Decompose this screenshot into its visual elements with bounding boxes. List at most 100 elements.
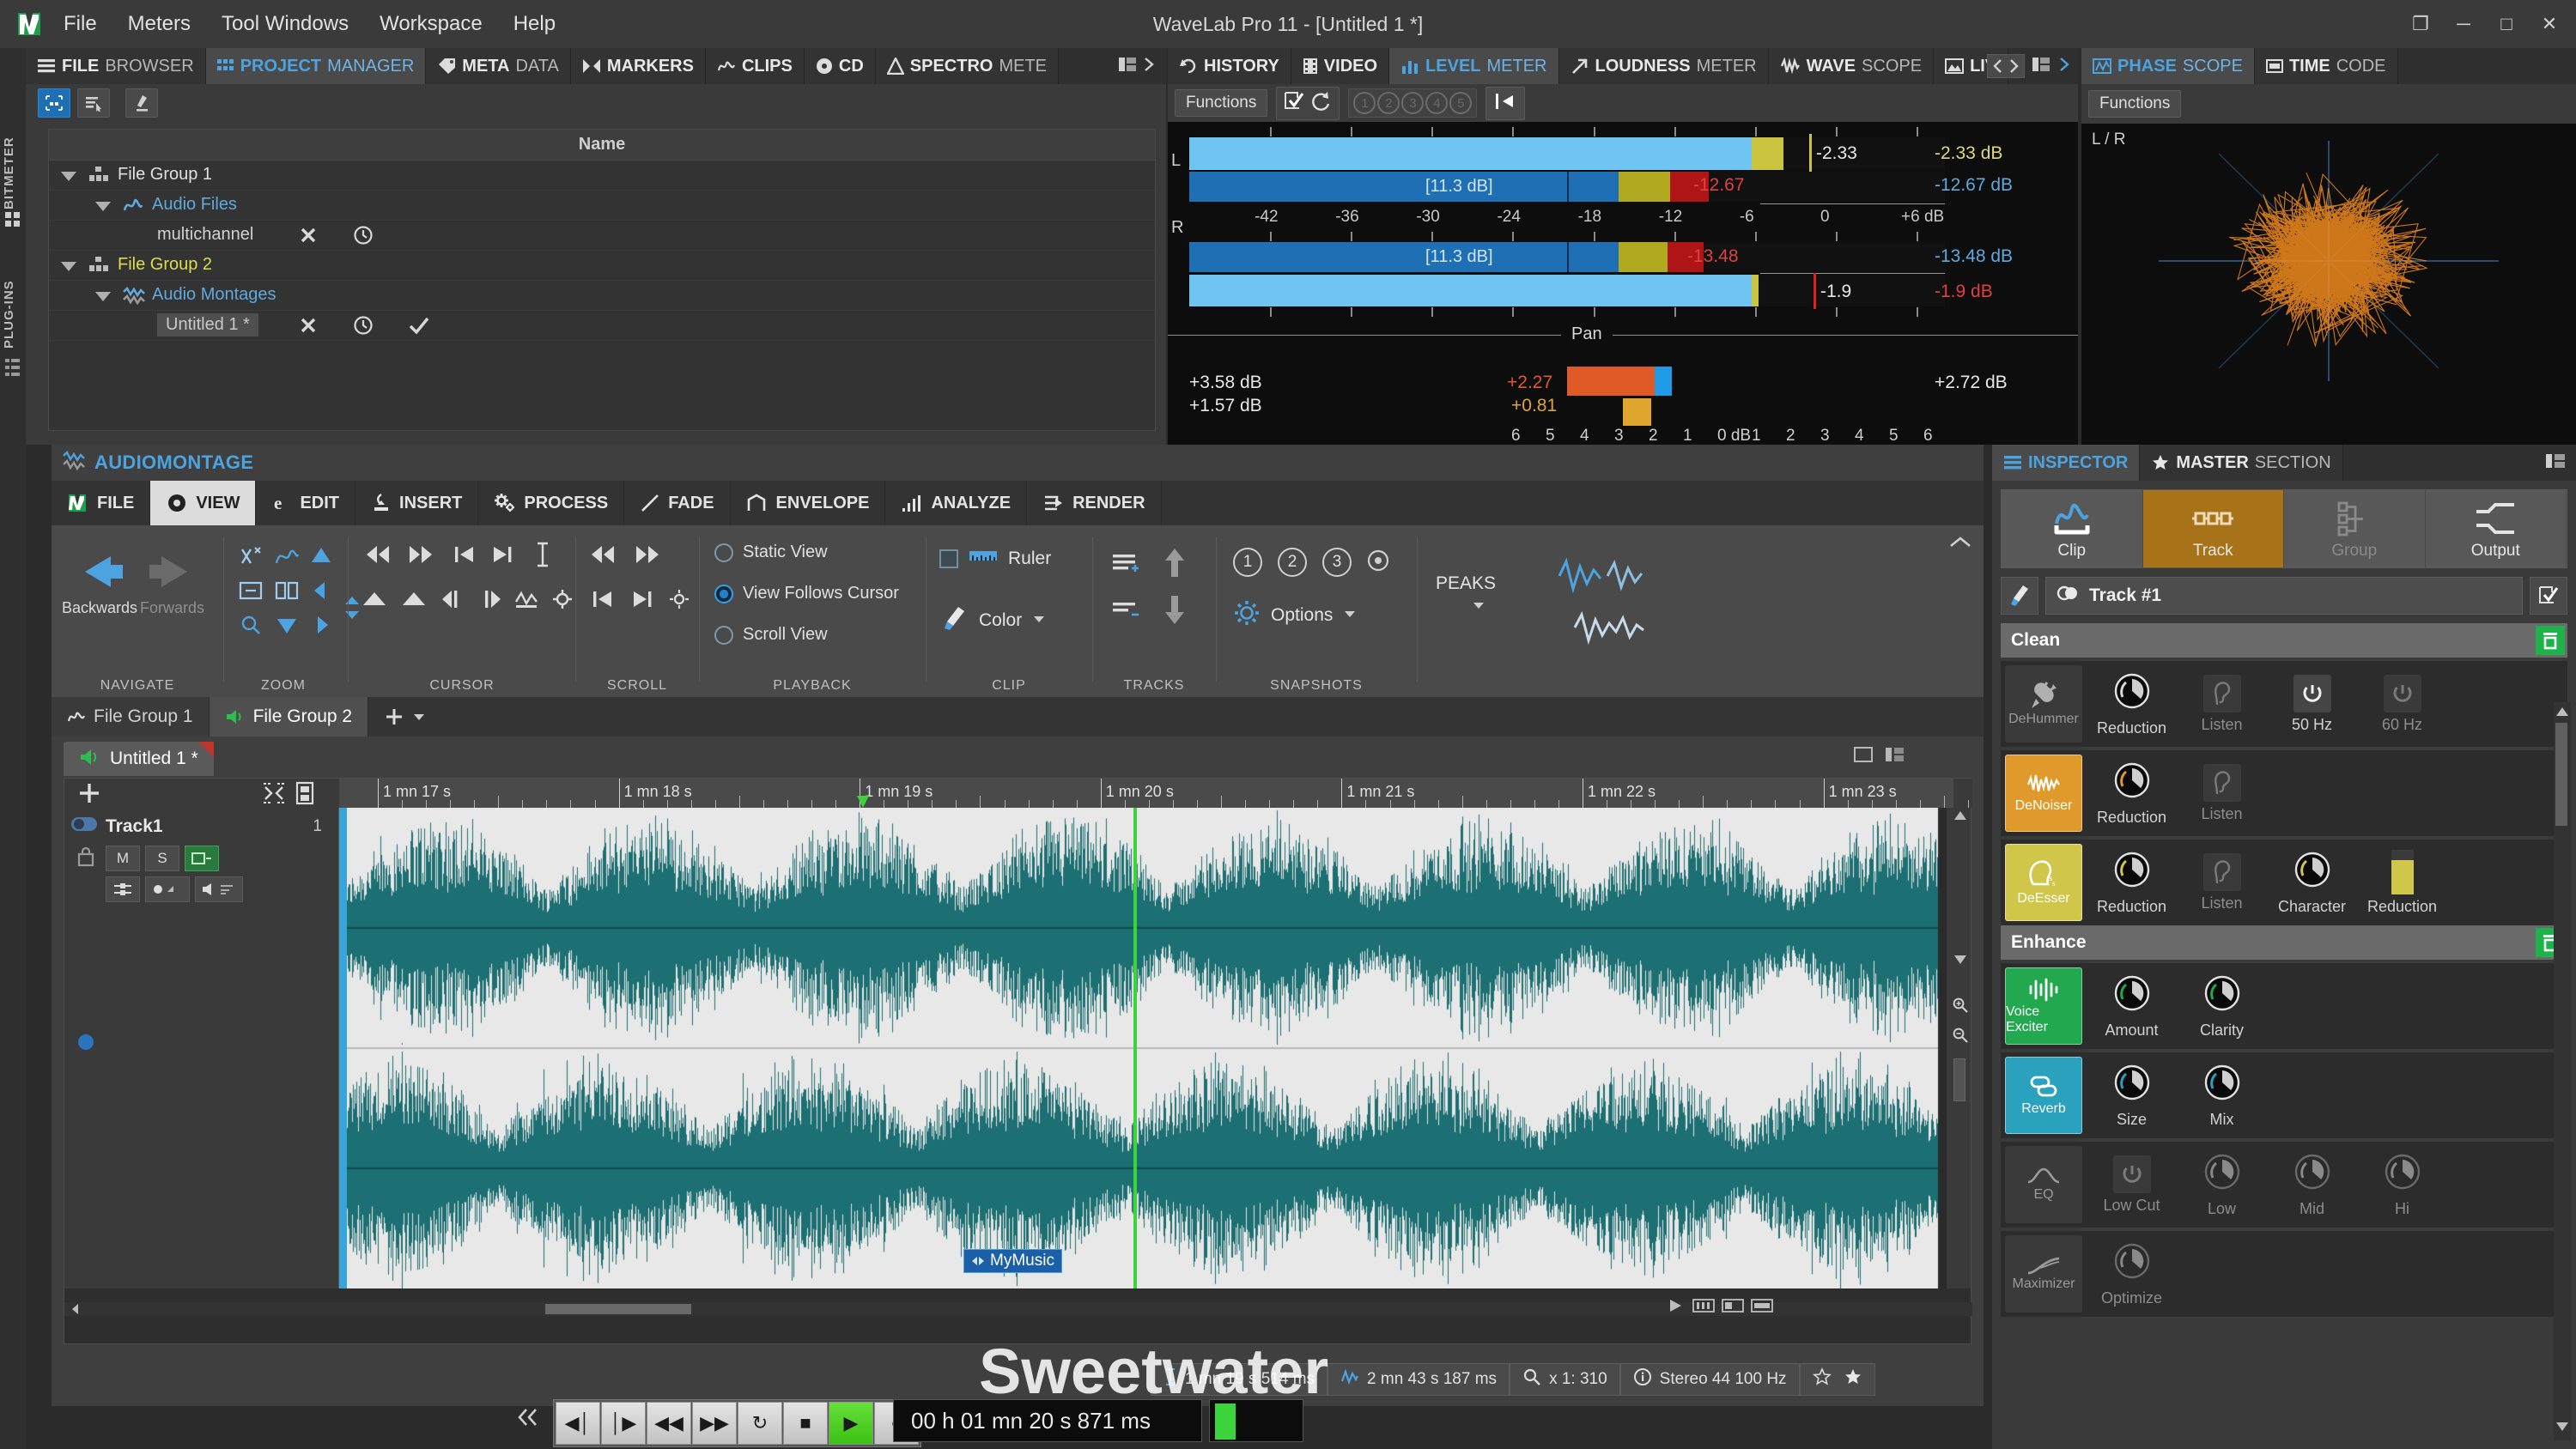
plugin-control-mix[interactable]: Mix [2177, 1052, 2267, 1138]
track-lock-icon[interactable] [76, 846, 95, 872]
montage-editor[interactable]: 1 mn 17 s1 mn 18 s1 mn 19 s1 mn 20 s1 mn… [64, 778, 1971, 1344]
remove-track-icon[interactable] [1104, 594, 1145, 628]
ribbon-tab-analyze[interactable]: ANALYZE [885, 481, 1027, 525]
plugin-control-clarity[interactable]: Clarity [2177, 963, 2267, 1049]
knob-icon[interactable] [2111, 1240, 2153, 1286]
knob-icon[interactable] [2111, 1062, 2153, 1107]
plugin-button-deesser[interactable]: ssDeEsser [2005, 844, 2082, 921]
tab-levelmeter[interactable]: LEVELMETER [1389, 48, 1558, 84]
cursor-prev-icon[interactable] [447, 541, 483, 568]
zoom-right-icon[interactable] [306, 609, 337, 640]
track-pan-control[interactable] [145, 876, 190, 902]
radio-button[interactable] [714, 585, 733, 603]
fade-out-icon[interactable] [395, 584, 433, 615]
magnifier-icon[interactable] [234, 609, 268, 640]
ribbon-tab-fade[interactable]: FADE [624, 481, 730, 525]
checkbox-icon[interactable] [1283, 90, 1305, 117]
zoom-left-icon[interactable] [306, 575, 337, 606]
tree-row[interactable]: Audio Montages [49, 281, 1155, 311]
knob-icon[interactable] [2202, 1062, 2243, 1107]
project-manager-tree[interactable]: Name File Group 1Audio Filesmultichannel… [48, 129, 1156, 431]
inspector-track-name-field[interactable]: Track #1 [2045, 577, 2523, 615]
knob-icon[interactable] [2111, 849, 2153, 894]
ribbon-tab-file[interactable]: FILE [52, 481, 150, 525]
phasescope-display[interactable]: L / R -10+1 [2081, 124, 2576, 445]
ruler-checkbox-row[interactable]: Ruler [939, 548, 1051, 569]
plugin-control-listen[interactable]: Listen [2177, 750, 2267, 836]
collapse-left-icon[interactable] [1485, 87, 1525, 120]
plugin-button-voice-exciter[interactable]: Voice Exciter [2005, 967, 2082, 1045]
plugin-control-reduction[interactable]: Reduction [2087, 750, 2177, 836]
rail-label-plugins[interactable]: PLUG-INS [2, 237, 16, 349]
split-view-icon[interactable] [1118, 56, 1137, 77]
radio-button[interactable] [714, 543, 733, 562]
tab-history[interactable]: HISTORY [1168, 48, 1291, 84]
maximize-icon[interactable]: □ [2487, 5, 2526, 43]
inspector-scope-output[interactable]: Output [2426, 490, 2567, 567]
power-icon[interactable] [2293, 675, 2331, 712]
add-track-icon[interactable] [1104, 548, 1145, 582]
scroll-up-icon[interactable] [2555, 706, 2569, 722]
plugin-control-60-hz[interactable]: 60 Hz [2357, 661, 2447, 747]
status-star-cell[interactable] [1800, 1363, 1875, 1396]
view-mode-1-icon[interactable] [1692, 1298, 1715, 1318]
ribbon-tab-view[interactable]: VIEW [150, 481, 256, 525]
track-solo-button[interactable]: S [145, 846, 179, 871]
tree-row[interactable]: Untitled 1 * [49, 311, 1155, 341]
tab-video[interactable]: VIDEO [1291, 48, 1389, 84]
close-icon[interactable] [298, 315, 319, 336]
snapshot-number[interactable]: 1 [1233, 548, 1262, 577]
view-mode-2-icon[interactable] [1722, 1298, 1744, 1318]
fade-in-icon[interactable] [355, 584, 393, 615]
file-group-tab-2[interactable]: File Group 2 [210, 697, 369, 737]
expander-icon[interactable] [61, 262, 76, 271]
power-icon[interactable] [2384, 675, 2421, 712]
preset-number[interactable]: 5 [1449, 92, 1472, 114]
snapshot-number[interactable]: 3 [1322, 548, 1352, 577]
plugin-button-eq[interactable]: EQ [2005, 1146, 2082, 1223]
zoom-in-icon[interactable] [1952, 997, 1969, 1018]
scroll-next-icon[interactable] [623, 584, 661, 615]
total-time-cell[interactable]: 2 mn 43 s 187 ms [1327, 1363, 1510, 1396]
tab-metadata[interactable]: METADATA [426, 48, 571, 84]
zoom-cell[interactable]: x 1: 310 [1510, 1363, 1620, 1396]
close-icon[interactable]: ✕ [2530, 5, 2569, 43]
list-icon[interactable] [4, 357, 21, 382]
plugin-button-maximizer[interactable]: Maximizer [2005, 1235, 2082, 1313]
snap-right-icon[interactable] [472, 584, 507, 615]
split-view-icon[interactable] [2545, 452, 2566, 474]
knob-icon[interactable] [2202, 973, 2243, 1018]
plugin-control-amount[interactable]: Amount [2087, 963, 2177, 1049]
menu-help[interactable]: Help [498, 7, 571, 41]
level-meter-display[interactable]: L R -2.33 -2.33 dB [11.3 dB] -12.67 -12.… [1168, 122, 2078, 445]
plugin-control-low[interactable]: Low [2177, 1142, 2267, 1228]
plugin-control-reduction[interactable]: Reduction [2087, 661, 2177, 747]
marker-green-icon[interactable] [857, 796, 869, 808]
ribbon-tab-render[interactable]: RENDER [1027, 481, 1161, 525]
playback-option-view-follows-cursor[interactable]: View Follows Cursor [714, 584, 899, 603]
reset-icon[interactable] [1310, 90, 1333, 117]
plugin-control-50-hz[interactable]: 50 Hz [2267, 661, 2357, 747]
plugin-control-reduction[interactable]: Reduction [2357, 840, 2447, 925]
knob-icon[interactable] [2292, 1151, 2333, 1197]
ribbon-tab-edit[interactable]: eEDIT [256, 481, 355, 525]
view-mode-3-icon[interactable] [1751, 1298, 1773, 1318]
meter-icon[interactable] [2391, 850, 2414, 894]
plugin-button-dehummer[interactable]: DeHummer [2005, 665, 2082, 743]
transport-play-button[interactable]: ▶ [829, 1402, 873, 1445]
file-group-tab-1[interactable]: File Group 1 [52, 697, 210, 737]
menu-file[interactable]: File [48, 7, 112, 41]
format-cell[interactable]: Stereo 44 100 Hz [1620, 1363, 1800, 1396]
tab-clips[interactable]: CLIPS [706, 48, 805, 84]
tree-row[interactable]: File Group 1 [49, 161, 1155, 191]
star-empty-icon[interactable] [1813, 1367, 1832, 1391]
track-volume-control[interactable] [195, 876, 243, 902]
vertical-scrollbar-thumb[interactable] [1953, 1058, 1965, 1101]
knob-icon[interactable] [2382, 1151, 2423, 1197]
track-dot-handle[interactable] [75, 1031, 97, 1058]
inspector-scope-clip[interactable]: Clip [2002, 490, 2143, 567]
zoom-split-icon[interactable] [270, 575, 304, 606]
list-view-icon[interactable] [77, 88, 110, 118]
group-view-icon[interactable] [38, 88, 70, 118]
brush-icon[interactable] [2001, 577, 2038, 615]
